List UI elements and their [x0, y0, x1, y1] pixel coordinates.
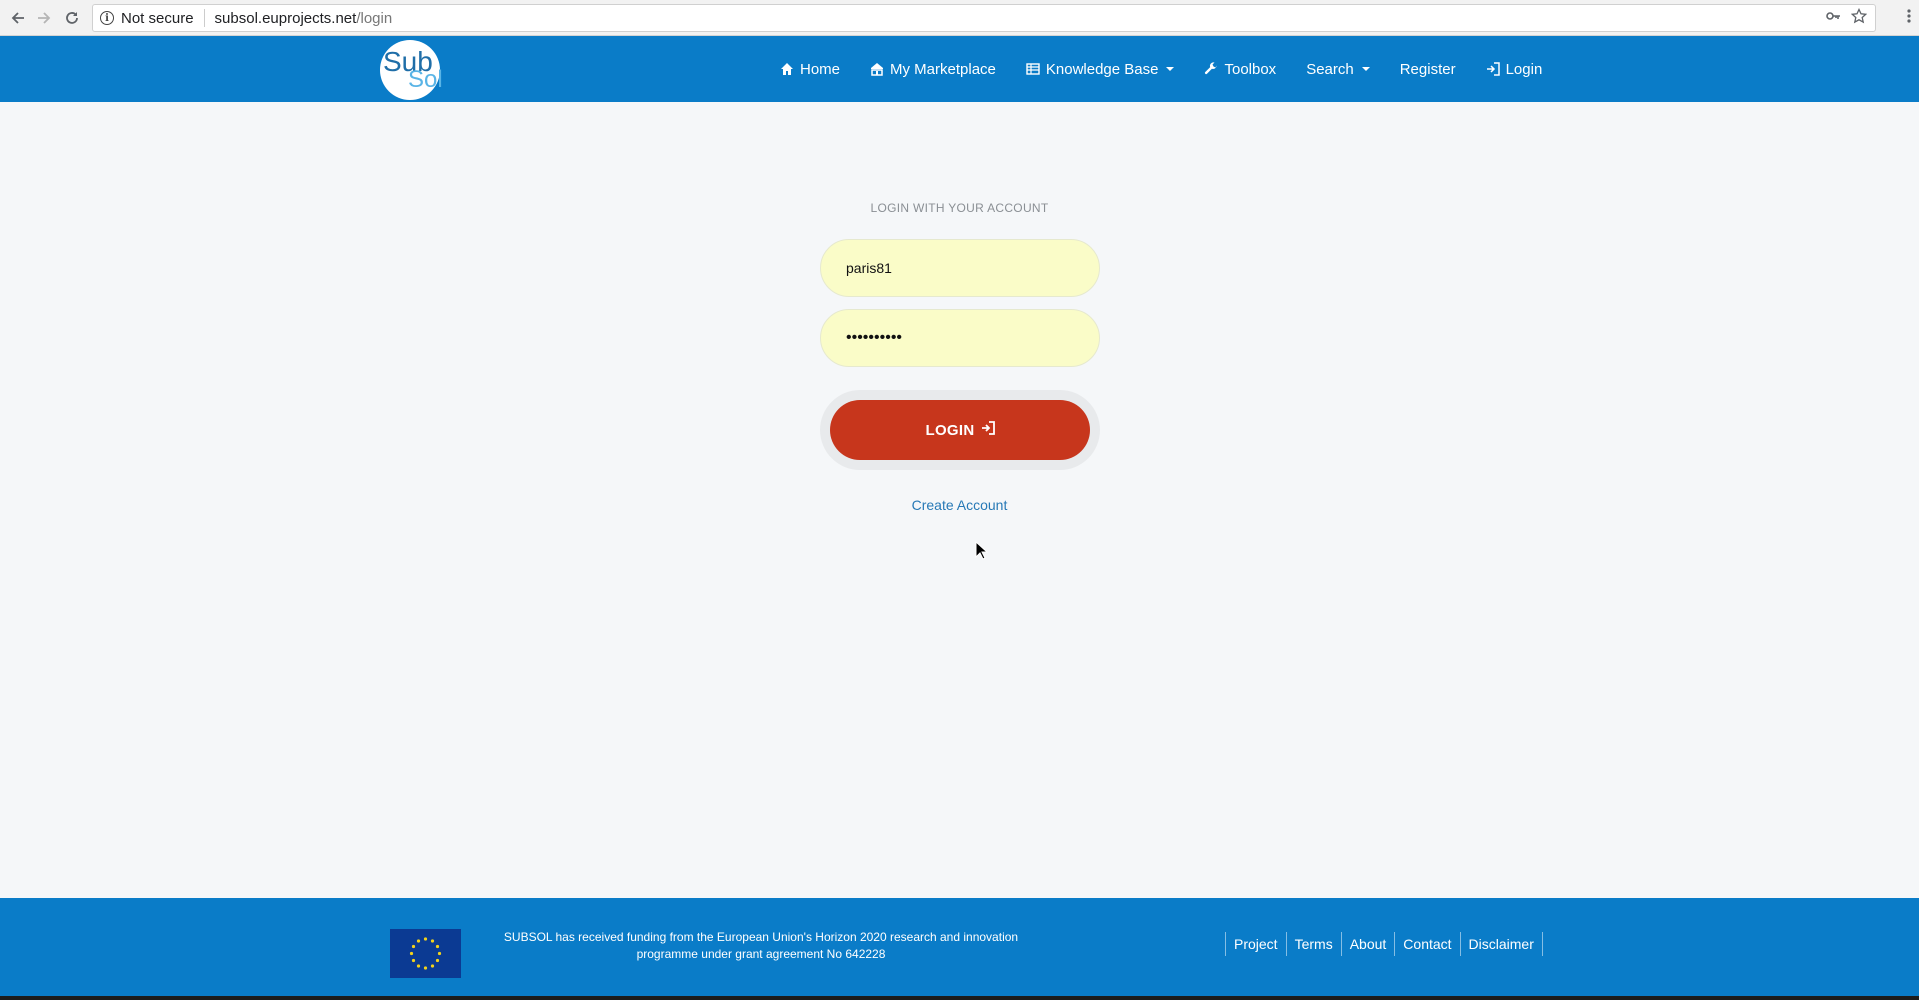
nav-knowledge-base[interactable]: Knowledge Base: [1026, 61, 1175, 78]
sign-in-icon: [981, 421, 995, 439]
footer-links: Project Terms About Contact Disclaimer: [1225, 932, 1543, 956]
create-account-label[interactable]: Create Account: [912, 497, 1008, 513]
login-button[interactable]: LOGIN: [830, 400, 1090, 460]
address-bar[interactable]: i Not secure subsol.euprojects.net/login: [92, 4, 1876, 32]
subsol-logo[interactable]: Sub Sol: [380, 40, 443, 100]
footer-link-project[interactable]: Project: [1225, 932, 1286, 956]
nav-register[interactable]: Register: [1400, 61, 1456, 78]
bottom-strip: [0, 996, 1919, 1000]
username-field[interactable]: paris81: [820, 239, 1100, 297]
wrench-icon: [1204, 62, 1218, 76]
funding-notice: SUBSOL has received funding from the Eur…: [503, 930, 1019, 961]
footer-link-contact[interactable]: Contact: [1394, 932, 1459, 956]
password-field[interactable]: ••••••••••: [820, 309, 1100, 367]
nav-login[interactable]: Login: [1486, 60, 1543, 78]
home-icon: [780, 62, 794, 76]
login-button-label: LOGIN: [925, 421, 975, 439]
main-content: LOGIN WITH YOUR ACCOUNT paris81 ••••••••…: [0, 102, 1919, 898]
nav-toolbox-label: Toolbox: [1224, 60, 1277, 78]
nav-search[interactable]: Search: [1306, 61, 1370, 78]
site-footer: SUBSOL has received funding from the Eur…: [0, 898, 1919, 996]
nav-knowledge-base-label: Knowledge Base: [1045, 60, 1159, 78]
browser-menu-icon[interactable]: [1907, 8, 1911, 29]
chevron-down-icon: [1361, 67, 1370, 71]
create-account-link[interactable]: Create Account: [0, 497, 1919, 513]
password-value[interactable]: ••••••••••: [846, 329, 902, 347]
footer-link-terms[interactable]: Terms: [1285, 932, 1341, 956]
url-path[interactable]: /login: [356, 10, 392, 27]
url-host[interactable]: subsol.euprojects.net: [215, 10, 357, 27]
footer-link-disclaimer[interactable]: Disclaimer: [1459, 932, 1543, 956]
site-header: Sub Sol Home My Marketplace Knowledge Ba…: [0, 36, 1919, 102]
login-title: LOGIN WITH YOUR ACCOUNT: [870, 201, 1049, 215]
omnibox-separator: [203, 9, 205, 27]
marketplace-icon: [870, 62, 884, 76]
chevron-down-icon: [1166, 67, 1175, 71]
nav-my-marketplace-label: My Marketplace: [890, 60, 996, 78]
forward-icon[interactable]: [34, 8, 54, 28]
reload-icon[interactable]: [62, 8, 82, 28]
mouse-cursor-icon: [975, 540, 989, 566]
back-icon[interactable]: [8, 8, 28, 28]
sign-in-icon: [1486, 62, 1500, 76]
table-icon: [1026, 62, 1040, 76]
eu-flag-icon: [390, 929, 461, 978]
nav-home-label: Home: [800, 60, 841, 78]
footer-link-about[interactable]: About: [1340, 932, 1395, 956]
logo-text-sol: Sol: [408, 66, 443, 93]
login-button-wrapper: LOGIN: [820, 390, 1100, 470]
nav-register-label: Register: [1399, 60, 1456, 78]
nav-home[interactable]: Home: [780, 61, 840, 78]
nav-login-label: Login: [1505, 60, 1543, 78]
nav-search-label: Search: [1306, 60, 1354, 78]
info-icon[interactable]: i: [100, 11, 114, 25]
star-icon[interactable]: [1850, 7, 1868, 27]
main-nav: Home My Marketplace Knowledge Base Toolb…: [780, 36, 1572, 102]
security-label[interactable]: Not secure: [121, 10, 194, 27]
browser-toolbar: i Not secure subsol.euprojects.net/login: [0, 0, 1919, 36]
nav-my-marketplace[interactable]: My Marketplace: [870, 61, 996, 78]
key-icon[interactable]: [1825, 8, 1841, 27]
nav-toolbox[interactable]: Toolbox: [1204, 61, 1276, 78]
username-value[interactable]: paris81: [846, 260, 892, 276]
